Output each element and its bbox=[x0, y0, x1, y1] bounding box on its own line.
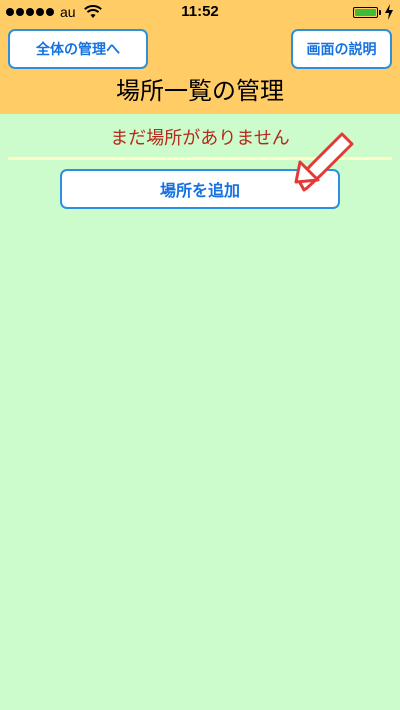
clock: 11:52 bbox=[181, 3, 219, 20]
battery-tip bbox=[379, 10, 381, 15]
back-to-overall-management-button[interactable]: 全体の管理へ bbox=[8, 29, 148, 69]
status-bar: au 11:52 bbox=[0, 0, 400, 26]
charging-icon bbox=[385, 4, 393, 20]
pointer-arrow-icon bbox=[294, 132, 354, 192]
battery-icon bbox=[353, 7, 378, 18]
page-title: 場所一覧の管理 bbox=[116, 77, 284, 105]
screen-help-button[interactable]: 画面の説明 bbox=[291, 29, 392, 69]
